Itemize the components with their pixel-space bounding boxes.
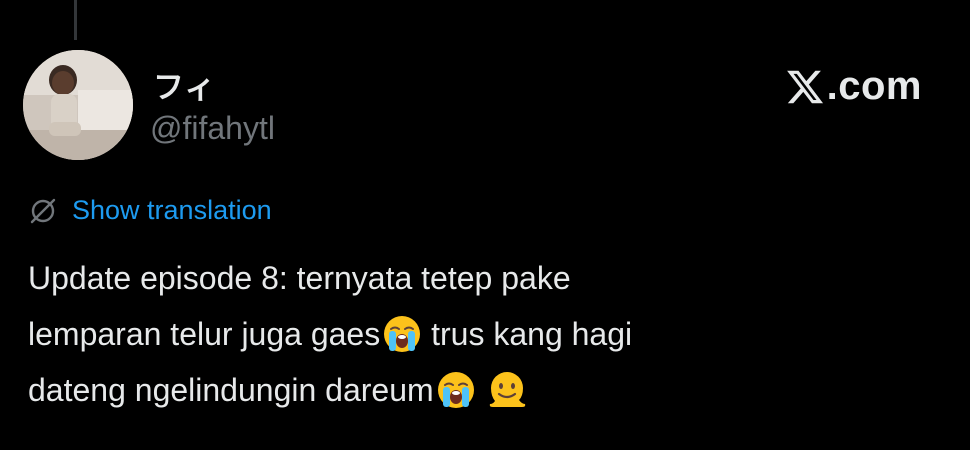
avatar-photo [23,50,133,160]
loudly-crying-face-icon [436,370,476,410]
tweet-line-3: dateng ngelindungin dareum [28,362,948,418]
avatar[interactable] [23,50,133,160]
tweet-line-2: lemparan telur juga gaes trus kang hagi [28,306,948,362]
tweet-line-2-text-b: trus kang hagi [422,316,633,352]
brand-watermark: .com [785,64,922,109]
x-logo-icon [786,70,823,103]
tweet-text: Update episode 8: ternyata tetep pake le… [28,250,948,418]
melting-face-icon [487,370,527,410]
globe-slash-icon [30,198,56,223]
show-translation-link[interactable]: Show translation [72,195,272,226]
display-name[interactable]: フィ [153,62,216,107]
brand-domain-text: .com [826,64,922,108]
user-handle[interactable]: @fifahytl [150,110,275,147]
tweet-card: フィ @fifahytl .com Show translation Updat… [0,0,970,450]
loudly-crying-face-icon [382,314,422,354]
tweet-line-3-text: dateng ngelindungin dareum [28,372,434,408]
tweet-line-1: Update episode 8: ternyata tetep pake [28,260,571,296]
translation-row[interactable]: Show translation [28,195,272,226]
tweet-line-2-text-a: lemparan telur juga gaes [28,316,381,352]
thread-connector-line [74,0,77,40]
